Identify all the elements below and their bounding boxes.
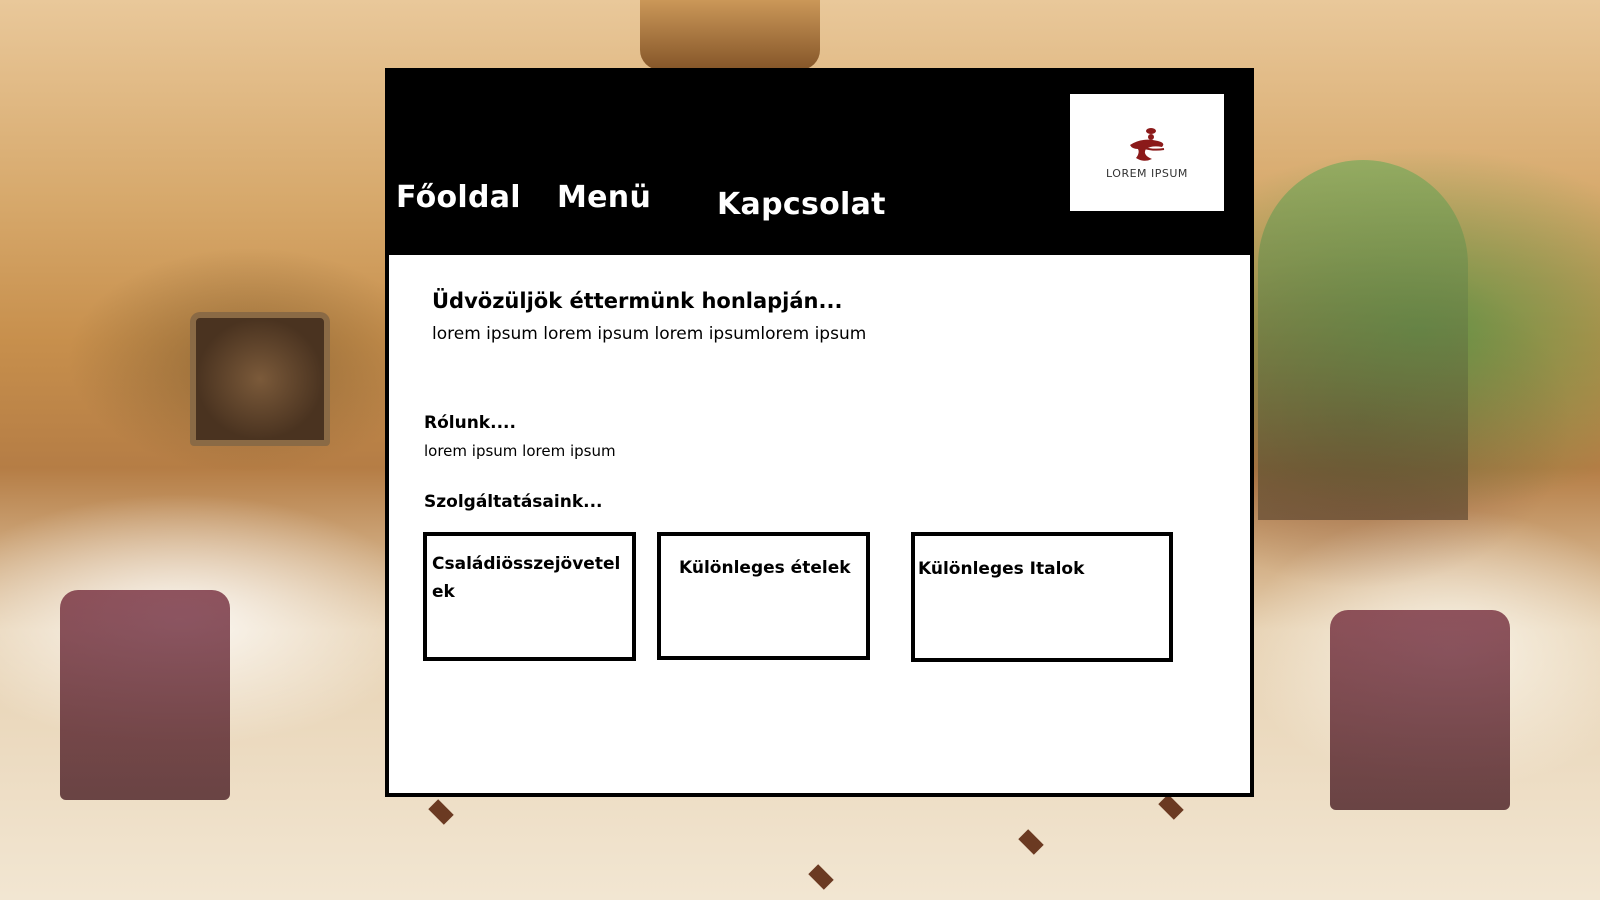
background-wall-relief xyxy=(190,312,330,446)
site-header: Főoldal Menü Kapcsolat LOREM IPSUM xyxy=(389,72,1250,255)
welcome-heading: Üdvözüljök éttermünk honlapján... xyxy=(432,289,843,313)
about-text: lorem ipsum lorem ipsum xyxy=(424,442,616,460)
background-floor-tile xyxy=(1158,794,1184,820)
site-logo[interactable]: LOREM IPSUM xyxy=(1070,94,1224,211)
nav-menu-link[interactable]: Menü xyxy=(557,180,651,215)
background-floor-tile xyxy=(428,799,454,825)
service-card-special-drinks[interactable]: Különleges Italok xyxy=(911,532,1173,662)
service-card-family-gatherings[interactable]: Családiösszejövetelek xyxy=(423,532,636,661)
services-heading: Szolgáltatásaink... xyxy=(424,492,603,512)
website-mockup: Főoldal Menü Kapcsolat LOREM IPSUM Üdvöz… xyxy=(385,68,1254,797)
service-card-special-dishes[interactable]: Különleges ételek xyxy=(657,532,870,660)
background-chair xyxy=(1330,610,1510,810)
background-floor-tile xyxy=(1018,829,1044,855)
background-floor-tile xyxy=(808,864,834,890)
background-chandelier xyxy=(640,0,820,70)
about-heading: Rólunk.... xyxy=(424,413,516,433)
chef-logo-icon xyxy=(1130,128,1165,161)
nav-home-link[interactable]: Főoldal xyxy=(396,180,521,215)
background-mural xyxy=(1258,160,1468,520)
logo-text: LOREM IPSUM xyxy=(1106,167,1188,180)
background-chair xyxy=(60,590,230,800)
welcome-text: lorem ipsum lorem ipsum lorem ipsumlorem… xyxy=(432,324,867,344)
nav-contact-link[interactable]: Kapcsolat xyxy=(717,187,886,222)
